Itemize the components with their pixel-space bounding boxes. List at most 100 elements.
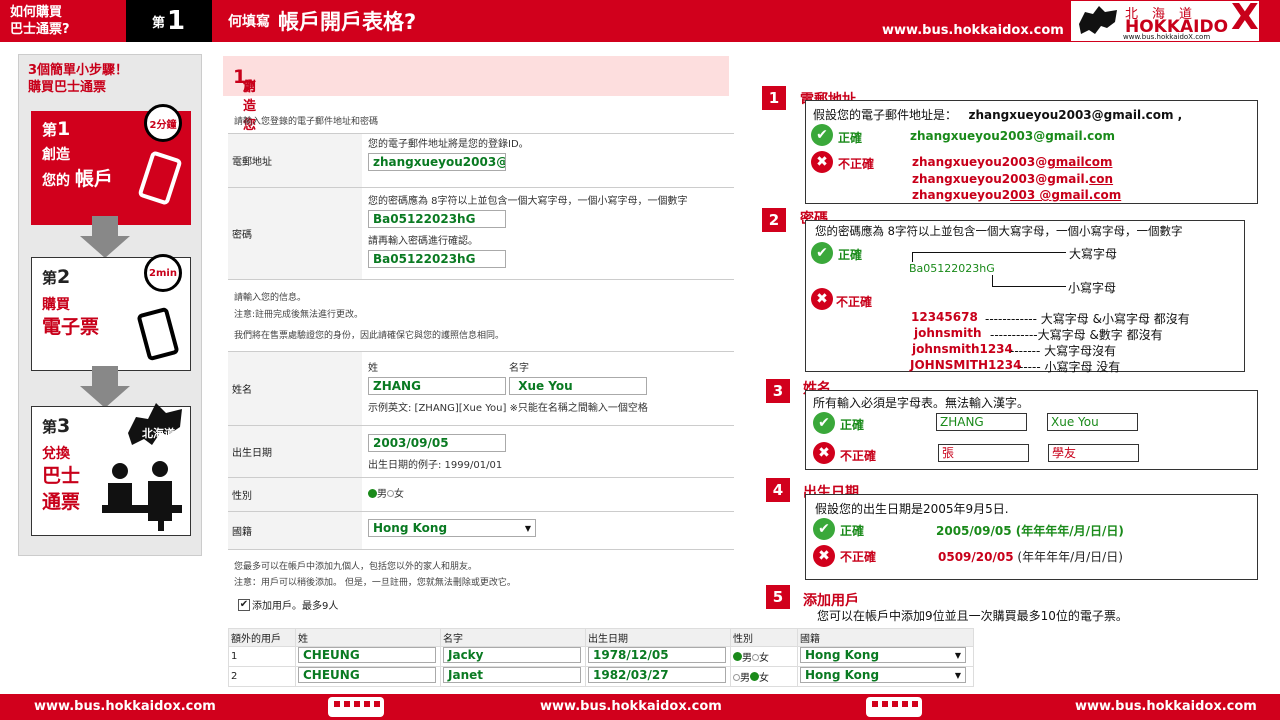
- nationality-value: Hong Kong: [373, 520, 448, 535]
- guide4-ok: 2005/09/05 (年年年年/月/日/日): [936, 522, 1124, 539]
- user-no: 1: [228, 646, 296, 667]
- step3-line3: 通票: [42, 491, 81, 513]
- guide2-ng3-desc: ------- 大寫字母沒有: [1010, 344, 1117, 358]
- add-users-checkbox-row[interactable]: ✔ 添加用戶。最多9人: [238, 597, 338, 612]
- user-nationality-select[interactable]: Hong Kong ▼: [800, 647, 966, 663]
- bus-icon: [866, 697, 922, 717]
- form-section-title: 第1. 創造您的 帳戶: [223, 56, 729, 190]
- profile-table: 姓名 姓 名字 ZHANG Xue You 示例英文: [ZHANG][Xue Y…: [228, 351, 734, 550]
- step3-card[interactable]: 第3 兌換 巴士 通票 北海道: [31, 403, 191, 536]
- guide1-ok-value: zhangxueyou2003@gmail.com: [910, 129, 1116, 143]
- guide1-ng1-a: zhangxueyou2003@: [912, 155, 1048, 169]
- header-step-prefix: 第: [152, 15, 166, 31]
- gender-female-radio[interactable]: [387, 490, 394, 497]
- user-gender-cell: 男女: [730, 646, 798, 667]
- add-users-checkbox[interactable]: ✔: [238, 598, 250, 611]
- header-step-indicator: 第 1: [126, 0, 212, 42]
- step3-heading: 第3: [42, 415, 70, 438]
- email-help: 您的電子郵件地址將是您的登錄ID。: [368, 139, 529, 150]
- guide4-number: 4: [766, 478, 790, 502]
- gender-label: 性別: [228, 477, 362, 512]
- add-note2: 注意：用戶可以稍後添加。 但是，一旦註冊，您就無法刪除或更改它。: [234, 578, 516, 588]
- header-left-line1: 如何購買: [10, 5, 63, 20]
- step1-line2-wrap: 您的 帳戶: [42, 168, 113, 192]
- nationality-label: 國籍: [228, 511, 362, 550]
- down-arrow-icon: [80, 216, 130, 258]
- user-nationality-cell: Hong Kong ▼: [797, 666, 974, 687]
- user-dob-cell: 1978/12/05: [585, 646, 731, 667]
- password-input[interactable]: Ba05122023hG: [368, 210, 506, 228]
- user-dob-cell: 1982/03/27: [585, 666, 731, 687]
- guide2-upper: 大寫字母: [1069, 247, 1118, 261]
- step2-line1: 購買: [42, 297, 70, 313]
- password-cell: 您的密碼應為 8字符以上並包含一個大寫字母，一個小寫字母，一個數字 Ba0512…: [362, 187, 734, 280]
- guide4-intro: 假設您的出生日期是2005年9月5日.: [815, 502, 1009, 516]
- user-dob-input[interactable]: 1978/12/05: [588, 647, 726, 663]
- user-given-cell: Janet: [440, 666, 586, 687]
- login-table: 電郵地址 您的電子郵件地址將是您的登錄ID。 zhangxueyou2003@g…: [228, 133, 734, 280]
- nationality-select[interactable]: Hong Kong ▼: [368, 518, 536, 537]
- user-female-radio[interactable]: [750, 672, 759, 681]
- footer-url-link[interactable]: www.bus.hokkaidox.com: [540, 699, 722, 714]
- guide4-ng-value: 0509/20/05: [938, 550, 1014, 564]
- footer-url-link[interactable]: www.bus.hokkaidox.com: [1075, 699, 1257, 714]
- guide1-ng3: zhangxueyou2003 @gmail.com: [912, 188, 1121, 202]
- gender-row: 性別 男女: [228, 477, 734, 512]
- user-male-radio[interactable]: [733, 674, 740, 681]
- guide2-lower: 小寫字母: [1068, 281, 1117, 295]
- header-left-line2: 巴士通票?: [10, 22, 70, 37]
- step2-num: 2: [57, 266, 71, 288]
- user-dob-input[interactable]: 1982/03/27: [588, 667, 726, 683]
- user-given-input[interactable]: Janet: [443, 667, 581, 683]
- step3-line1: 兌換: [42, 446, 70, 462]
- user-female-label: 女: [759, 673, 769, 684]
- user-female-radio[interactable]: [752, 654, 759, 661]
- guide2-ng1-value: 12345678: [911, 310, 978, 324]
- step2-line2: 電子票: [42, 316, 100, 338]
- user-surname-input[interactable]: CHEUNG: [298, 647, 436, 663]
- given-label: 名字: [509, 363, 529, 374]
- chevron-down-icon: ▼: [954, 651, 961, 660]
- email-input[interactable]: zhangxueyou2003@gmail.com: [368, 153, 506, 171]
- step2-prefix: 第: [42, 269, 58, 287]
- step2-card[interactable]: 第2 購買 電子票 2min: [31, 254, 191, 371]
- col-header: 額外的用戶: [228, 628, 296, 647]
- email-row: 電郵地址 您的電子郵件地址將是您的登錄ID。 zhangxueyou2003@g…: [228, 133, 734, 188]
- user-nationality-value: Hong Kong: [805, 668, 880, 682]
- step1-card[interactable]: 第1 創造 您的 帳戶 2分鐘: [31, 104, 191, 225]
- step3-line2: 巴士: [42, 465, 81, 487]
- name-labels: 姓 名字: [368, 361, 728, 377]
- user-surname-input[interactable]: CHEUNG: [298, 667, 436, 683]
- guide5-number: 5: [766, 585, 790, 609]
- header-how-to-buy: 如何購買 巴士通票?: [0, 0, 126, 42]
- step1-prefix: 第: [42, 121, 58, 139]
- guide2-ng4-value: JOHNSMITH1234: [910, 358, 1022, 372]
- guide2-ng2-value: johnsmith: [914, 326, 982, 340]
- gender-female-label: 女: [394, 488, 404, 500]
- hokkaidox-logo[interactable]: 北海道 HOKKAIDO X www.bus.hokkaidoX.com: [1070, 0, 1260, 42]
- password-confirm-input[interactable]: Ba05122023hG: [368, 250, 506, 268]
- guide4-ng: 0509/20/05 (年年年年/月/日/日): [938, 548, 1123, 565]
- gender-cell: 男女: [362, 477, 734, 512]
- user-nationality-select[interactable]: Hong Kong ▼: [800, 667, 966, 683]
- guide4-ok-value: 2005/09/05: [936, 524, 1012, 538]
- extra-users-header: 額外的用戶 姓 名字 出生日期 性別 國籍: [228, 628, 974, 647]
- user-given-input[interactable]: Jacky: [443, 647, 581, 663]
- surname-input[interactable]: ZHANG: [368, 377, 506, 395]
- guide1-ng1: zhangxueyou2003@gmailcom: [912, 155, 1112, 169]
- guide2-ng-label: 不正確: [836, 295, 873, 309]
- header-step-number: 1: [167, 6, 186, 36]
- ticket-counter-icon: [102, 461, 182, 531]
- user-male-radio[interactable]: [733, 652, 742, 661]
- dob-input[interactable]: 2003/09/05: [368, 434, 506, 452]
- header-url-link[interactable]: www.bus.hokkaidox.com: [882, 23, 1064, 38]
- footer-url-link[interactable]: www.bus.hokkaidox.com: [34, 699, 216, 714]
- gender-male-radio[interactable]: [368, 489, 377, 498]
- col-header: 姓: [295, 628, 441, 647]
- guide1-ng2: zhangxueyou2003@gmail.con: [912, 172, 1113, 186]
- given-input[interactable]: Xue You: [509, 377, 648, 395]
- name-example: 示例英文: [ZHANG][Xue You] ※只能在名稱之間輸入一個空格: [368, 403, 648, 414]
- name-cell: 姓 名字 ZHANG Xue You 示例英文: [ZHANG][Xue You]…: [362, 351, 734, 426]
- info-note2: 注意:註冊完成後無法進行更改。: [234, 310, 364, 320]
- guide2-ok-label: 正確: [838, 248, 863, 262]
